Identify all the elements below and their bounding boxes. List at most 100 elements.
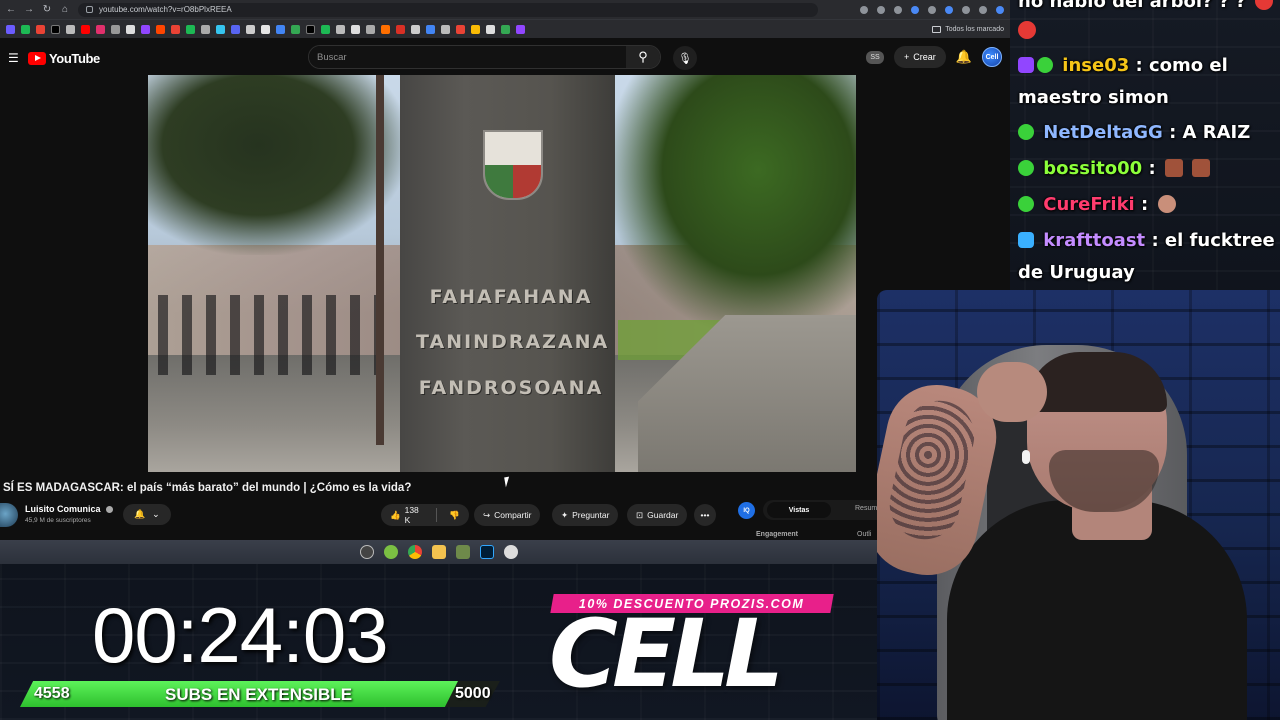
video-frame-pole (376, 75, 384, 445)
bookmark-icon[interactable] (66, 24, 75, 34)
reload-icon[interactable]: ↻ (42, 4, 52, 15)
bookmark-icon[interactable] (156, 24, 165, 34)
bookmark-star-icon[interactable] (894, 5, 902, 14)
chat-username[interactable]: CureFriki (1043, 194, 1134, 215)
bookmark-icon[interactable] (501, 24, 510, 34)
subs-current: 4558 (34, 685, 70, 702)
video-title: SÍ ES MADAGASCAR: el país “más barato” d… (3, 482, 412, 494)
bookmark-icon[interactable] (366, 24, 375, 34)
bookmark-icon[interactable] (471, 24, 480, 34)
browser-toolbar (860, 5, 1004, 14)
like-button[interactable]: 👍 138 K (381, 504, 432, 526)
microphone-icon[interactable]: 🎙 (673, 46, 697, 70)
extension-icon[interactable] (945, 5, 953, 14)
zoom-icon[interactable] (860, 5, 868, 14)
bookmark-icon[interactable] (36, 24, 45, 34)
bookmark-icon[interactable] (276, 24, 285, 34)
tab-summary[interactable]: Resum (855, 505, 877, 512)
search-input[interactable] (309, 46, 626, 68)
bookmark-icon[interactable] (261, 24, 270, 34)
video-player[interactable]: FAHAFAHANA TANINDRAZANA FANDROSOANA (148, 75, 856, 472)
notifications-bell-icon[interactable]: 🔔 (956, 49, 972, 65)
sub-badge-icon (1018, 57, 1034, 73)
bookmark-icon[interactable] (186, 24, 195, 34)
bookmark-icon[interactable] (381, 24, 390, 34)
bookmark-icon[interactable] (81, 24, 90, 34)
youtube-logo[interactable]: YouTube (28, 51, 100, 66)
chat-username[interactable]: NetDeltaGG (1043, 122, 1163, 143)
install-icon[interactable] (877, 5, 885, 14)
create-button[interactable]: + Crear (894, 46, 946, 68)
channel-avatar[interactable] (0, 503, 18, 527)
chat-message: bossito00 : (1018, 153, 1276, 185)
bookmark-icon[interactable] (426, 24, 435, 34)
chat-text: : (1141, 194, 1149, 215)
chat-message: NetDeltaGG : A RAIZ (1018, 117, 1276, 149)
dislike-button[interactable]: 👎 (440, 504, 469, 526)
bookmark-icon[interactable] (411, 24, 420, 34)
ss-badge[interactable]: SS (866, 50, 885, 64)
bookmark-icon[interactable] (321, 24, 330, 34)
search-icon[interactable]: ⚲ (626, 46, 660, 68)
bookmark-icon[interactable] (246, 24, 255, 34)
bookmark-icon[interactable] (351, 24, 360, 34)
taskbar-app-icon[interactable] (384, 545, 398, 559)
bookmark-icon[interactable] (396, 24, 405, 34)
angry-emote-icon (1255, 0, 1274, 10)
bookmark-icon[interactable] (96, 24, 105, 34)
bookmark-icon[interactable] (111, 24, 120, 34)
bookmark-icon[interactable] (6, 24, 15, 34)
bookmark-icon[interactable] (291, 24, 300, 34)
forward-icon[interactable]: → (24, 4, 34, 15)
chat-username[interactable]: bossito00 (1043, 158, 1142, 179)
bookmark-icon[interactable] (141, 24, 150, 34)
bookmark-icon[interactable] (216, 24, 225, 34)
hamburger-menu-icon[interactable]: ☰ (8, 51, 26, 65)
bookmark-icon[interactable] (516, 24, 525, 34)
more-actions-button[interactable]: ••• (694, 504, 716, 526)
profile-icon[interactable] (996, 5, 1004, 14)
bookmark-icon[interactable] (51, 24, 60, 34)
taskbar-app-icon[interactable] (456, 545, 470, 559)
bookmark-icon[interactable] (456, 24, 465, 34)
subscription-bell-button[interactable]: 🔔 ⌄ (123, 504, 171, 525)
bookmark-icon[interactable] (441, 24, 450, 34)
photoshop-icon[interactable] (480, 545, 494, 559)
bookmark-icon[interactable] (231, 24, 240, 34)
bookmark-icon[interactable] (126, 24, 135, 34)
site-info-icon[interactable] (86, 6, 93, 13)
extension-logo[interactable]: IQ (738, 502, 755, 519)
menu-icon[interactable] (979, 5, 987, 14)
earbud (1022, 450, 1030, 464)
ask-button[interactable]: ✦ Preguntar (552, 504, 619, 526)
bookmark-icon[interactable] (201, 24, 210, 34)
bookmark-icon[interactable] (306, 24, 315, 34)
bookmarks-folder[interactable]: Todos los marcado (932, 25, 1004, 33)
channel-name[interactable]: Luisito Comunica (25, 504, 114, 514)
share-button[interactable]: ↪ Compartir (474, 504, 541, 526)
stream-chat: no habló del árbol? ? ? inse03 : como el… (1012, 0, 1280, 290)
bookmark-icon[interactable] (336, 24, 345, 34)
save-button[interactable]: ⊡ Guardar (627, 504, 688, 526)
extensions-puzzle-icon[interactable] (962, 5, 970, 14)
url-field[interactable]: youtube.com/watch?v=rO8bPlxREEA (78, 2, 818, 17)
bookmark-icon[interactable] (486, 24, 495, 34)
monument-inscription-line: TANINDRAZANA (416, 331, 610, 353)
bookmark-icon[interactable] (21, 24, 30, 34)
taskbar-app-icon[interactable] (504, 545, 518, 559)
back-icon[interactable]: ← (6, 4, 16, 15)
panel-tabs: Vistas Resum (763, 500, 893, 520)
account-avatar[interactable]: Cell (982, 47, 1002, 67)
home-icon[interactable]: ⌂ (60, 4, 70, 15)
chat-username[interactable]: inse03 (1062, 55, 1129, 76)
extension-icon[interactable] (928, 5, 936, 14)
url-text: youtube.com/watch?v=rO8bPlxREEA (99, 5, 232, 14)
thumbs-up-icon: 👍 (390, 509, 401, 520)
folder-icon[interactable] (432, 545, 446, 559)
extension-icon[interactable] (911, 5, 919, 14)
bookmark-icon[interactable] (171, 24, 180, 34)
tab-views[interactable]: Vistas (767, 502, 831, 518)
chat-username[interactable]: krafttoast (1043, 230, 1145, 251)
taskbar-app-icon[interactable] (360, 545, 374, 559)
chrome-icon[interactable] (408, 545, 422, 559)
